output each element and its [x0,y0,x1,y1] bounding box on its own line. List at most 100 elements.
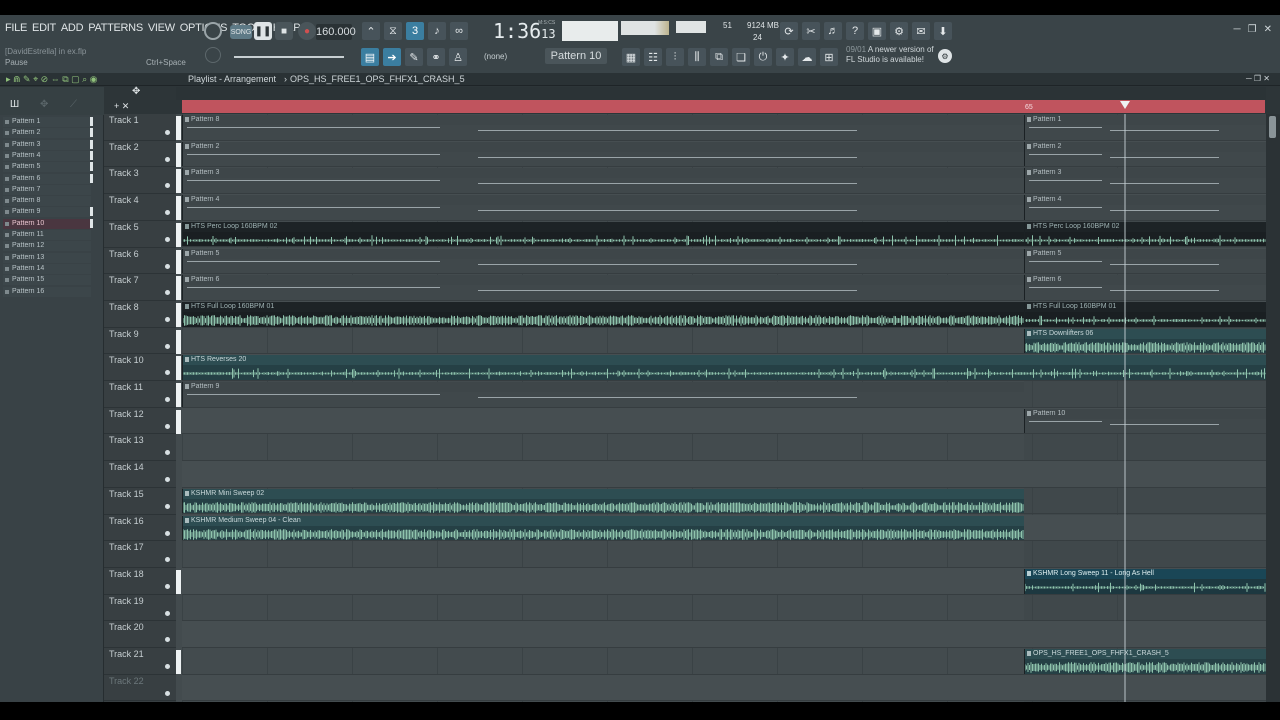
track-mute-indicator[interactable] [165,450,170,456]
track-name[interactable]: Track 13 [109,435,144,445]
track-mute-indicator[interactable] [165,156,170,162]
playlist-icon[interactable]: ▤ [361,48,379,66]
audio-clip[interactable]: HTS Perc Loop 160BPM 02 [182,221,1024,247]
track-mute-indicator[interactable] [165,477,170,483]
track-lane[interactable] [182,674,1266,702]
track-mute-indicator[interactable] [165,263,170,269]
track-mute-indicator[interactable] [165,130,170,135]
record-button[interactable]: ● [298,22,316,40]
pattern-list-item[interactable]: Pattern 3 [3,139,91,150]
audio-clip[interactable]: HTS Full Loop 160BPM 01 [182,301,1024,327]
track-name[interactable]: Track 20 [109,622,144,632]
pattern-list-item[interactable]: Pattern 1 [3,117,91,127]
pattern-clip[interactable]: Pattern 5 [1024,248,1266,274]
menu-view[interactable]: VIEW [148,22,175,34]
track-name[interactable]: Track 3 [109,168,139,178]
channel-selector[interactable]: (none) [484,52,507,61]
pattern-list-item[interactable]: Pattern 16 [3,286,91,297]
scissors-icon[interactable]: ✂ [802,22,820,40]
track-lane[interactable] [182,461,1266,488]
audio-clip[interactable]: HTS Perc Loop 160BPM 02 [1024,221,1266,247]
master-pitch-slider[interactable] [234,56,344,58]
help-icon[interactable]: ? [846,22,864,40]
track-name[interactable]: Track 10 [109,355,144,365]
track-name[interactable]: Track 12 [109,409,144,419]
pattern-list-item[interactable]: Pattern 10 [3,218,91,229]
track-name[interactable]: Track 19 [109,596,144,606]
add-track-icon[interactable]: + ✕ [114,101,129,112]
pattern-clip[interactable]: Pattern 3 [1024,168,1266,194]
track-mute-indicator[interactable] [165,290,170,296]
track-mute-indicator[interactable] [165,637,170,643]
arrow-right-icon[interactable]: ➔ [383,48,401,66]
pattern-list-item[interactable]: Pattern 15 [3,275,91,286]
cart-icon[interactable]: ⊞ [820,48,838,66]
track-lane[interactable] [182,595,1266,622]
track-lane[interactable] [182,621,1266,648]
timeline-ruler[interactable]: 65 [182,100,1265,113]
audio-clip[interactable]: KSHMR Long Sweep 11 - Long As Hell [1024,568,1266,594]
zoom-icon[interactable]: ✥ [132,86,140,97]
vertical-scrollbar[interactable] [1266,114,1280,702]
menu-edit[interactable]: EDIT [32,22,56,34]
metronome-icon[interactable]: ⌃ [362,22,380,40]
track-name[interactable]: Track 14 [109,462,144,472]
pattern-list-item[interactable]: Pattern 4 [3,150,91,161]
pattern-list-item[interactable]: Pattern 8 [3,196,91,207]
news-panel[interactable]: 09/01 A newer version of FL Studio is ava… [846,45,934,65]
pause-button[interactable]: ❚❚ [254,22,272,40]
track-mute-indicator[interactable] [165,583,170,589]
chat-icon[interactable]: ✉ [912,22,930,40]
audio-clip[interactable]: OPS_HS_FREE1_OPS_FHFX1_CRASH_5 [1024,649,1266,674]
vertical-scroll-thumb[interactable] [1269,116,1276,138]
channel-rack-icon[interactable]: ☷ [644,48,662,66]
main-knob[interactable] [205,47,221,63]
audio-clip[interactable]: HTS Full Loop 160BPM 01 [1024,301,1266,327]
browser-icon[interactable]: ❏ [732,48,750,66]
pattern-clip[interactable]: Pattern 4 [1024,195,1266,220]
pattern-clip[interactable]: Pattern 1 [1024,115,1266,140]
wait-icon[interactable]: ⧖ [384,22,402,40]
browser-plugin-icon[interactable]: ⟋ [70,99,77,110]
track-mute-indicator[interactable] [165,236,170,242]
track-name[interactable]: Track 5 [109,222,139,232]
piano-roll-icon[interactable]: ▦ [622,48,640,66]
track-lane[interactable] [182,541,1266,568]
track-mute-indicator[interactable] [165,690,170,696]
browser-mode-icon[interactable]: Ш [10,99,19,110]
tempo-display[interactable]: 160.000 [316,24,356,40]
track-mute-indicator[interactable] [165,370,170,376]
cloud-icon[interactable]: ☁ [798,48,816,66]
stop-button[interactable]: ■ [275,22,293,40]
audio-clip[interactable]: KSHMR Mini Sweep 02 [182,488,1024,514]
wand-icon[interactable]: ✦ [776,48,794,66]
track-name[interactable]: Track 18 [109,569,144,579]
pattern-clip[interactable]: Pattern 6 [182,275,1024,300]
close-icon[interactable]: ✕ [1264,24,1272,35]
audio-clip[interactable]: HTS Downlifters 06 [1024,328,1266,354]
maximize-icon[interactable]: ❐ [1248,24,1257,35]
track-name[interactable]: Track 17 [109,542,144,552]
track-mute-indicator[interactable] [165,557,170,563]
pencil-icon[interactable]: ✎ [405,48,423,66]
track-name[interactable]: Track 4 [109,195,139,205]
playhead-line[interactable] [1124,114,1126,702]
track-name[interactable]: Track 22 [109,676,144,686]
track-mute-indicator[interactable] [165,343,170,349]
song-position-marker[interactable] [1120,101,1130,109]
track-name[interactable]: Track 9 [109,329,139,339]
pattern-clip[interactable]: Pattern 4 [182,195,1024,220]
countdown-icon[interactable]: 3 [406,22,424,40]
track-name[interactable]: Track 1 [109,115,139,125]
pattern-list-item[interactable]: Pattern 14 [3,263,91,274]
pattern-clip[interactable]: Pattern 9 [182,382,1024,407]
track-name[interactable]: Track 6 [109,249,139,259]
refresh-icon[interactable]: ⟳ [780,22,798,40]
song-mode-toggle[interactable]: SONG [230,25,252,39]
minimize-icon[interactable]: ─ [1234,24,1241,35]
plugin-icon[interactable]: ⚙ [890,22,908,40]
pattern-clip[interactable]: Pattern 10 [1024,408,1266,434]
track-name[interactable]: Track 8 [109,302,139,312]
blend-icon[interactable]: ♪ [428,22,446,40]
pattern-list-item[interactable]: Pattern 2 [3,128,91,139]
